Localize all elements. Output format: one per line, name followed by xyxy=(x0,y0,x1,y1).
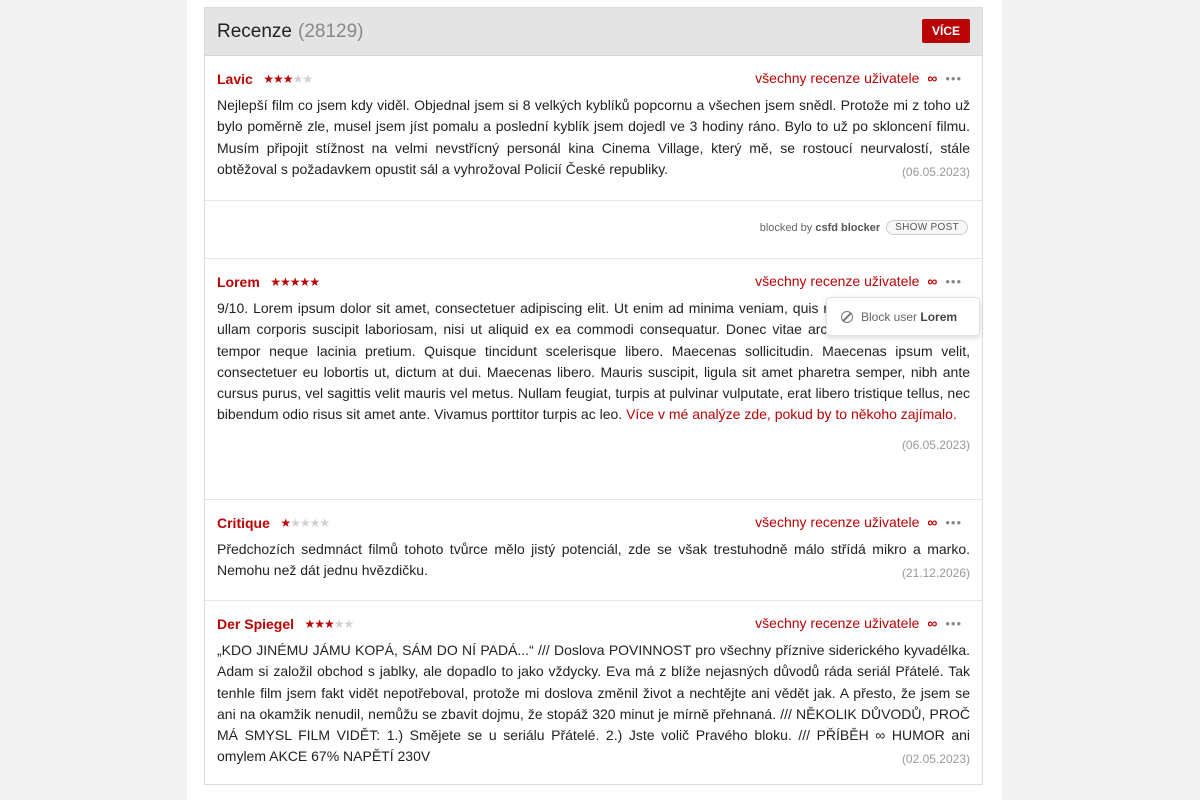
review-body: Předchozích sedmnáct filmů tohoto tvůrce… xyxy=(217,541,970,579)
star-filled-icon: ★ xyxy=(280,515,291,530)
review-date: (06.05.2023) xyxy=(901,164,970,179)
dots-icon[interactable]: ••• xyxy=(945,274,962,289)
review-date: (06.05.2023) xyxy=(901,437,970,452)
user-links: všechny recenze uživatele ∞ ••• xyxy=(755,615,962,631)
dots-icon[interactable]: ••• xyxy=(945,616,962,631)
analysis-link[interactable]: Více v mé analýze zde, pokud by to někoh… xyxy=(626,406,957,422)
star-filled-icon: ★ xyxy=(273,71,284,86)
rating-stars: ★★★★★ xyxy=(280,515,330,530)
star-empty-icon: ★ xyxy=(319,515,330,530)
rating-stars: ★★★★★ xyxy=(304,616,355,631)
star-empty-icon: ★ xyxy=(292,71,304,86)
block-user-text: Block user xyxy=(861,309,918,324)
rating-stars: ★★★★★ xyxy=(270,274,320,289)
star-filled-icon: ★ xyxy=(270,274,281,289)
star-filled-icon: ★ xyxy=(314,616,325,631)
review-author[interactable]: Critique xyxy=(217,515,270,531)
star-empty-icon: ★ xyxy=(290,515,301,530)
star-filled-icon: ★ xyxy=(282,71,294,86)
block-user-name: Lorem xyxy=(920,309,958,324)
star-filled-icon: ★ xyxy=(263,71,274,86)
ban-icon xyxy=(841,310,853,323)
reviews-title: Recenze (28129) xyxy=(217,21,364,43)
review-text: Nejlepší film co jsem kdy viděl. Objedna… xyxy=(217,95,970,180)
star-filled-icon: ★ xyxy=(309,274,320,289)
star-filled-icon: ★ xyxy=(289,274,301,289)
reviews-header: Recenze (28129) VÍCE xyxy=(205,8,982,56)
review-item: Critique ★★★★★ všechny recenze uživatele… xyxy=(205,500,982,601)
link-icon[interactable]: ∞ xyxy=(927,273,937,289)
star-filled-icon: ★ xyxy=(299,274,311,289)
review-date: (02.05.2023) xyxy=(901,752,970,767)
blocked-label: blocked by csfd blocker xyxy=(760,222,880,234)
review-item: Lorem ★★★★★ všechny recenze uživatele ∞ … xyxy=(205,259,982,500)
star-filled-icon: ★ xyxy=(280,274,291,289)
review-author[interactable]: Lorem xyxy=(217,274,260,290)
all-user-reviews-link[interactable]: všechny recenze uživatele xyxy=(755,70,919,86)
reviews-title-text: Recenze xyxy=(217,21,292,42)
star-empty-icon: ★ xyxy=(309,515,321,530)
star-empty-icon: ★ xyxy=(299,515,311,530)
review-author[interactable]: Der Spiegel xyxy=(217,616,294,632)
review-date: (21.12.2026) xyxy=(901,566,970,581)
star-filled-icon: ★ xyxy=(304,616,315,631)
review-body: Nejlepší film co jsem kdy viděl. Objedna… xyxy=(217,97,970,177)
star-empty-icon: ★ xyxy=(302,71,313,86)
review-text: „KDO JINÉMU JÁMU KOPÁ, SÁM DO NÍ PADÁ...… xyxy=(217,640,970,768)
block-user-label: Block user Lorem xyxy=(861,310,957,324)
reviews-box: Recenze (28129) VÍCE Lavic ★★★★★ všechny … xyxy=(204,7,983,785)
review-body: „KDO JINÉMU JÁMU KOPÁ, SÁM DO NÍ PADÁ...… xyxy=(217,642,970,765)
blocked-by-text: blocked by xyxy=(759,221,813,234)
link-icon[interactable]: ∞ xyxy=(927,615,937,631)
blocked-post-row: blocked by csfd blocker SHOW POST xyxy=(205,201,982,259)
user-links: všechny recenze uživatele ∞ ••• xyxy=(755,514,962,530)
star-filled-icon: ★ xyxy=(324,616,335,631)
all-user-reviews-link[interactable]: všechny recenze uživatele xyxy=(755,514,919,530)
star-empty-icon: ★ xyxy=(343,616,355,631)
link-icon[interactable]: ∞ xyxy=(927,514,937,530)
review-item: Der Spiegel ★★★★★ všechny recenze uživat… xyxy=(205,601,982,768)
blocker-name: csfd blocker xyxy=(815,221,881,234)
link-icon[interactable]: ∞ xyxy=(927,70,937,86)
rating-stars: ★★★★★ xyxy=(263,71,313,86)
dots-icon[interactable]: ••• xyxy=(945,71,962,86)
show-post-button[interactable]: SHOW POST xyxy=(886,220,968,235)
star-empty-icon: ★ xyxy=(333,616,345,631)
user-links: všechny recenze uživatele ∞ ••• xyxy=(755,273,962,289)
review-author[interactable]: Lavic xyxy=(217,71,253,87)
review-item: Lavic ★★★★★ všechny recenze uživatele ∞ … xyxy=(205,56,982,201)
all-user-reviews-link[interactable]: všechny recenze uživatele xyxy=(755,273,919,289)
reviews-count: (28129) xyxy=(298,21,364,42)
user-links: všechny recenze uživatele ∞ ••• xyxy=(755,70,962,86)
more-button[interactable]: VÍCE xyxy=(921,19,970,43)
all-user-reviews-link[interactable]: všechny recenze uživatele xyxy=(755,615,919,631)
dots-icon[interactable]: ••• xyxy=(945,515,962,530)
block-user-popup[interactable]: Block user Lorem xyxy=(826,297,980,336)
review-text: Předchozích sedmnáct filmů tohoto tvůrce… xyxy=(217,539,970,582)
